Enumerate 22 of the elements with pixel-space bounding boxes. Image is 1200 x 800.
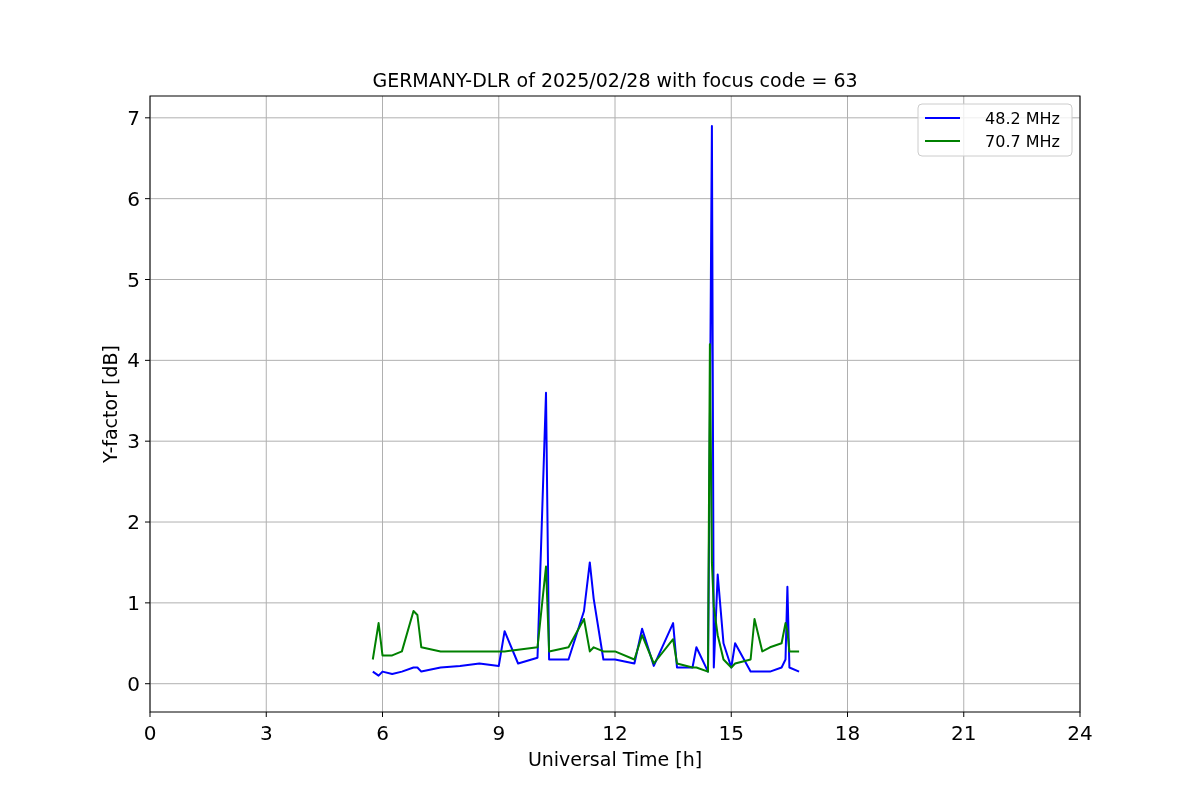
y-tick-label: 0	[127, 671, 140, 696]
x-tick-label: 3	[259, 721, 273, 745]
x-tick-label: 24	[1067, 721, 1093, 745]
x-tick-label: 6	[376, 721, 389, 745]
x-tick-label: 0	[143, 721, 157, 745]
y-tick-label: 2	[127, 510, 140, 535]
y-tick-label: 6	[127, 186, 140, 211]
legend-label: 48.2 MHz	[985, 109, 1060, 128]
y-tick-label: 4	[127, 348, 140, 373]
y-tick-label: 5	[127, 267, 140, 292]
x-axis-label: Universal Time [h]	[527, 748, 703, 770]
legend-label: 70.7 MHz	[985, 132, 1060, 151]
x-tick-label: 18	[834, 721, 861, 745]
y-axis-label: Y-factor [dB]	[99, 345, 121, 463]
y-tick-label: 7	[127, 105, 140, 130]
y-tick-label: 3	[127, 429, 140, 454]
x-tick-label: 21	[951, 721, 977, 745]
chart-title: GERMANY-DLR of 2025/02/28 with focus code = 63	[372, 69, 858, 91]
x-tick-label: 12	[602, 721, 628, 745]
x-tick-label: 15	[718, 721, 744, 745]
y-tick-label: 1	[127, 590, 140, 615]
x-tick-label: 9	[492, 721, 506, 745]
